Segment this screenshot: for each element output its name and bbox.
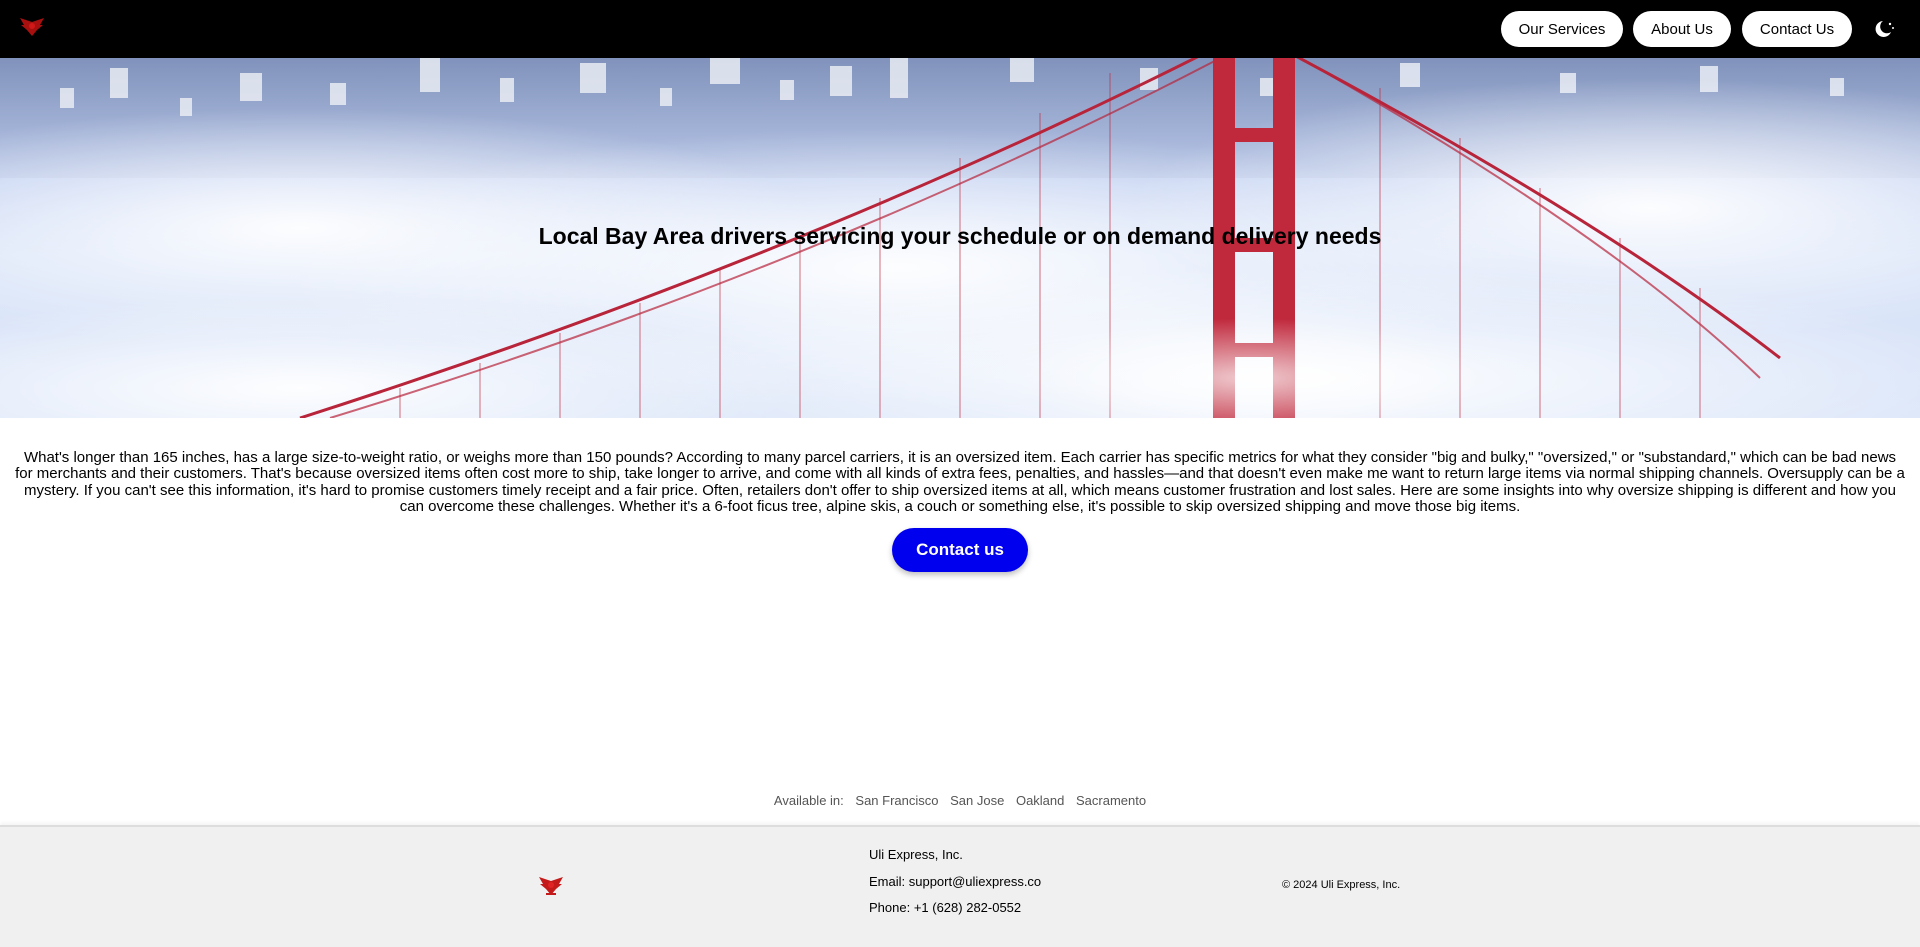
footer-company-name: Uli Express, Inc. (869, 847, 963, 862)
our-services-button[interactable]: Our Services (1501, 11, 1623, 47)
city-link-san-jose[interactable]: San Jose (950, 793, 1004, 808)
footer-phone[interactable]: Phone: +1 (628) 282-0552 (869, 900, 1021, 915)
top-nav: Our Services About Us Contact Us (0, 0, 1920, 58)
city-link-sacramento[interactable]: Sacramento (1076, 793, 1146, 808)
footer-copyright: © 2024 Uli Express, Inc. (1282, 879, 1401, 891)
contact-us-cta-button[interactable]: Contact us (892, 528, 1028, 572)
site-footer: Uli Express, Inc. Email: support@uliexpr… (0, 825, 1920, 947)
footer-email[interactable]: Email: support@uliexpress.co (869, 874, 1041, 889)
moon-icon[interactable] (1873, 19, 1895, 39)
hero-banner: Local Bay Area drivers servicing your sc… (0, 58, 1920, 418)
availability-list: Available in: San Francisco San Jose Oak… (0, 793, 1920, 808)
availability-label: Available in: (773, 793, 844, 808)
eagle-logo-icon[interactable] (18, 16, 46, 38)
hero-title: Local Bay Area drivers servicing your sc… (538, 223, 1382, 249)
city-link-oakland[interactable]: Oakland (1016, 793, 1064, 808)
contact-us-button[interactable]: Contact Us (1742, 11, 1852, 47)
about-us-button[interactable]: About Us (1633, 11, 1731, 47)
eagle-logo-icon (539, 877, 563, 895)
intro-paragraph: What's longer than 165 inches, has a lar… (15, 449, 1905, 515)
city-link-san-francisco[interactable]: San Francisco (855, 793, 938, 808)
